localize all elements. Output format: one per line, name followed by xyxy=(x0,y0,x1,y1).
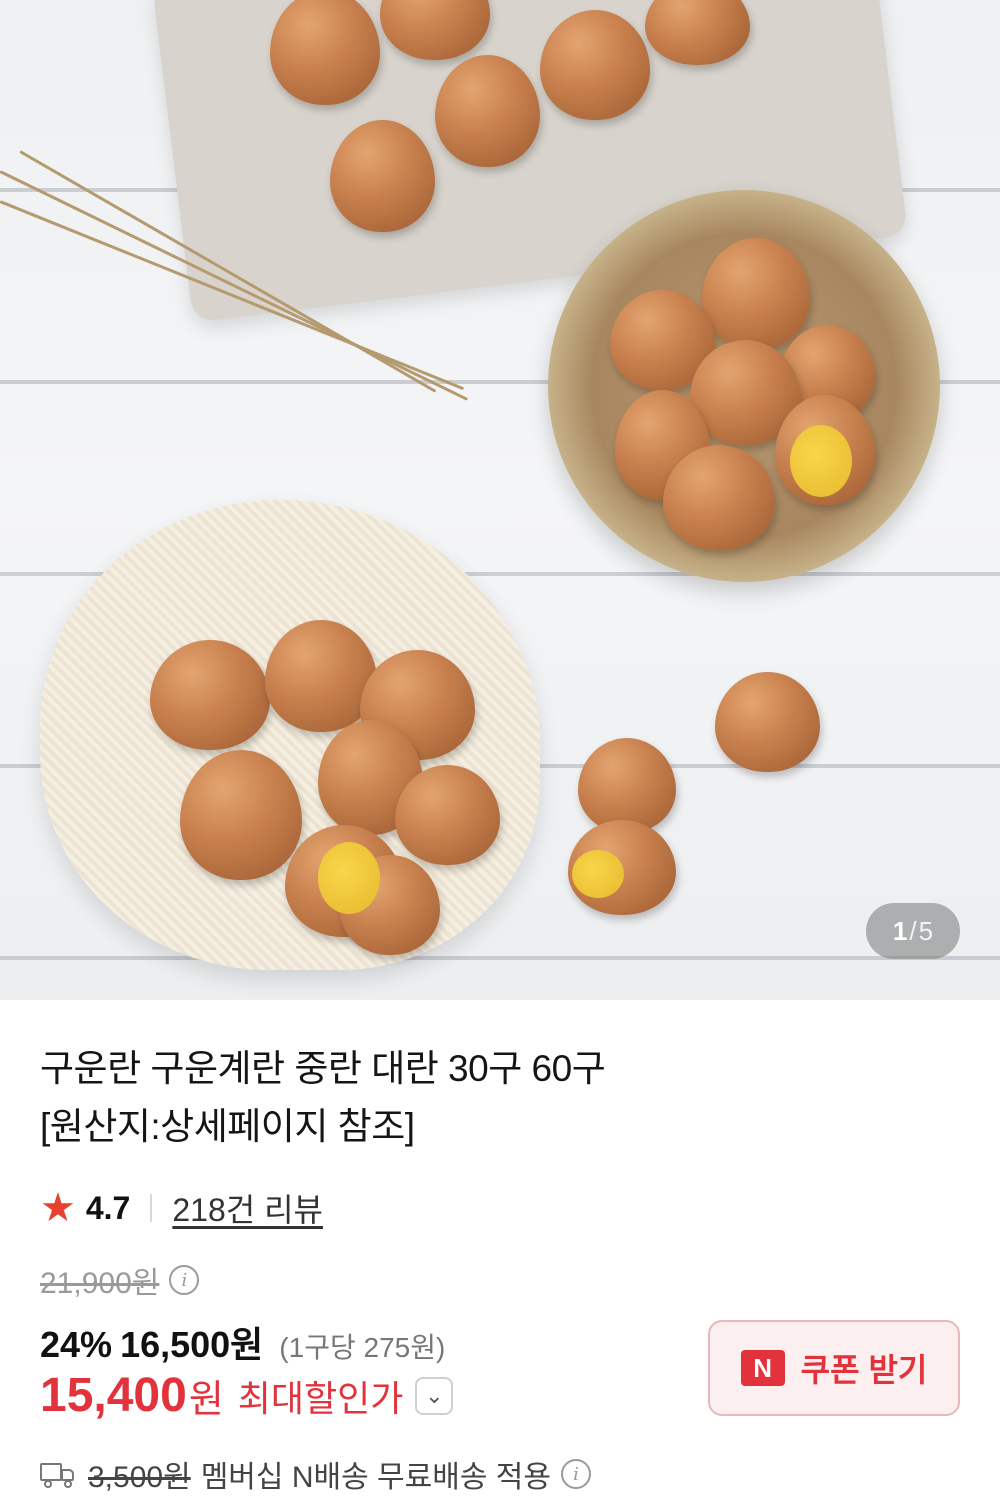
egg xyxy=(702,238,810,350)
shipping-description: 멤버십 N배송 무료배송 적용 xyxy=(200,1461,551,1494)
info-icon[interactable]: i xyxy=(169,1265,200,1295)
image-page-indicator: 1/5 xyxy=(866,903,960,959)
reviews-link[interactable]: 218건 리뷰 xyxy=(172,1185,323,1231)
product-image[interactable]: 1/5 xyxy=(0,0,1000,1000)
discount-percent: 24% xyxy=(40,1324,113,1365)
chevron-down-icon[interactable]: ⌄ xyxy=(415,1376,454,1415)
coupon-label: 쿠폰 받기 xyxy=(800,1352,928,1388)
naver-n-icon: N xyxy=(740,1350,785,1386)
coupon-button[interactable]: N 쿠폰 받기 xyxy=(708,1320,960,1416)
rating-row: ★ 4.7 218건 리뷰 xyxy=(40,1186,323,1230)
product-title: 구운란 구운계란 중란 대란 30구 60구 [원산지:상세페이지 참조] xyxy=(40,1040,960,1156)
egg xyxy=(180,750,302,880)
current-page: 1 xyxy=(892,915,908,946)
truck-icon xyxy=(40,1461,76,1488)
egg xyxy=(540,10,650,120)
divider xyxy=(150,1194,153,1222)
page-separator: / xyxy=(909,915,917,946)
product-title-line-2: [원산지:상세페이지 참조] xyxy=(40,1106,415,1147)
shipping-row: 3,500원 멤버십 N배송 무료배송 적용 i xyxy=(40,1452,591,1496)
original-price: 21,900원 xyxy=(40,1267,160,1300)
original-price-row: 21,900원 i xyxy=(40,1258,200,1302)
egg-yolk xyxy=(572,850,624,898)
egg xyxy=(435,55,540,167)
final-price: 15,400 xyxy=(40,1369,187,1422)
egg-yolk xyxy=(790,425,852,497)
max-discount-row: 15,400 원 최대할인가 ⌄ xyxy=(40,1368,454,1423)
egg xyxy=(578,738,676,833)
final-price-unit: 원 xyxy=(188,1379,224,1421)
egg xyxy=(663,445,775,550)
shipping-info-icon[interactable]: i xyxy=(560,1459,591,1489)
star-icon: ★ xyxy=(40,1186,76,1230)
egg-yolk xyxy=(318,842,380,914)
product-title-line-1: 구운란 구운계란 중란 대란 30구 60구 xyxy=(40,1048,606,1089)
egg xyxy=(270,0,380,105)
unit-price: (1구당 275원) xyxy=(279,1332,446,1363)
egg xyxy=(150,640,270,750)
total-pages: 5 xyxy=(918,915,934,946)
egg xyxy=(395,765,500,865)
sale-price: 16,500원 xyxy=(120,1324,264,1365)
egg xyxy=(330,120,435,232)
original-shipping-fee: 3,500원 xyxy=(88,1461,191,1494)
rating-value: 4.7 xyxy=(85,1189,131,1226)
max-discount-label: 최대할인가 xyxy=(237,1377,404,1419)
egg xyxy=(715,672,820,772)
sale-price-row: 24% 16,500원 (1구당 275원) xyxy=(40,1316,445,1368)
